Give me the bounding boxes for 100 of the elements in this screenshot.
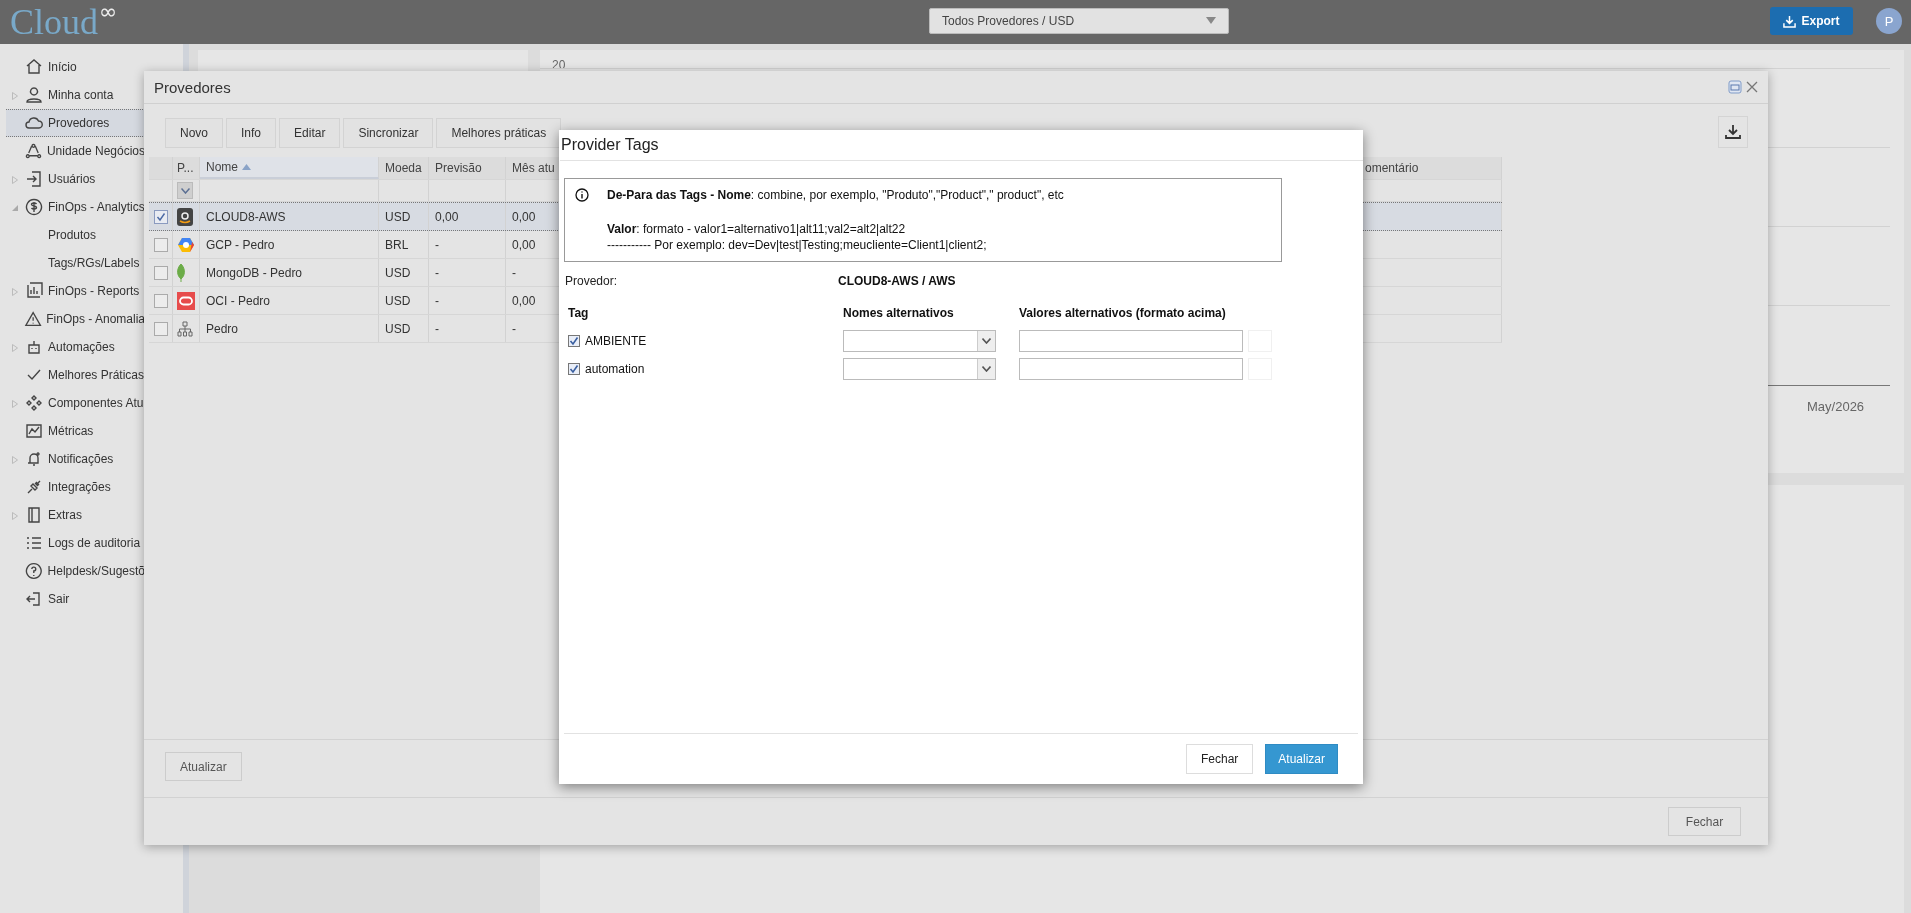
field-label: Provedor: (565, 274, 619, 288)
toolbar-button[interactable]: Novo (165, 118, 223, 148)
close-icon[interactable] (1746, 81, 1758, 93)
row-checkbox[interactable] (154, 265, 168, 280)
hierarchy-icon (177, 320, 193, 337)
sidebar-item[interactable]: Produtos (6, 221, 145, 249)
sidebar-item[interactable]: Notificações (6, 445, 145, 473)
table-cell: - (435, 321, 439, 336)
filter-dropdown[interactable] (177, 182, 193, 199)
menu-item-icon (24, 169, 44, 189)
table-cell: 0,00 (512, 237, 536, 252)
tag-checkbox[interactable]: automation (568, 362, 843, 376)
logo: Cloud$^{∞}$ (10, 2, 118, 42)
row-checkbox[interactable] (154, 237, 168, 252)
oval-logo-icon (177, 291, 195, 310)
toolbar-button[interactable]: Info (226, 118, 277, 148)
table-cell: - (512, 265, 516, 280)
collapsed-arrow-icon[interactable] (11, 92, 19, 100)
collapsed-arrow-icon[interactable] (11, 176, 19, 184)
collapsed-arrow-icon[interactable] (11, 400, 19, 408)
check-icon (156, 211, 166, 222)
table-cell: OCI - Pedro (206, 293, 271, 308)
collapsed-arrow-icon[interactable] (11, 456, 19, 464)
sidebar-item[interactable]: Sair (6, 585, 145, 613)
alternative-names-dropdown[interactable] (843, 358, 996, 380)
row-checkbox[interactable] (154, 321, 168, 336)
info-icon (575, 188, 589, 202)
table-cell: - (435, 237, 439, 252)
close-button[interactable]: Fechar (1185, 744, 1254, 774)
table-cell: 0,00 (512, 293, 536, 308)
sidebar-item[interactable]: Início (6, 53, 145, 81)
menu-item-icon (24, 421, 44, 441)
caret-icon (1206, 17, 1216, 25)
menu-item-icon (24, 393, 44, 413)
sort-ascending-icon (242, 164, 251, 170)
column-header: Tag (568, 306, 590, 320)
sidebar-item[interactable]: Integrações (6, 473, 145, 501)
menu-item-icon (24, 309, 43, 329)
toolbar-button[interactable]: Sincronizar (343, 118, 434, 148)
table-cell: USD (385, 293, 411, 308)
download-icon (1724, 123, 1742, 141)
table-cell: Pedro (206, 321, 239, 336)
collapsed-arrow-icon[interactable] (11, 288, 19, 296)
column-header[interactable]: Nome (200, 157, 379, 179)
row-checkbox[interactable] (154, 293, 168, 308)
sidebar-item[interactable]: Melhores Práticas (6, 361, 145, 389)
menu-item-icon (24, 141, 43, 161)
axis-label: May/2026 (1807, 399, 1865, 414)
collapsed-arrow-icon[interactable] (11, 344, 19, 352)
menu-item-icon (24, 85, 44, 105)
sidebar-item[interactable]: Unidade Negócios (6, 137, 145, 165)
table-cell: - (435, 265, 439, 280)
provider-select[interactable]: Todos Provedores / USD (929, 8, 1229, 34)
toolbar-button[interactable]: Editar (279, 118, 341, 148)
export-button[interactable]: Export (1770, 7, 1853, 35)
table-cell: USD (385, 321, 411, 336)
sidebar-item[interactable]: Logs de auditoria (6, 529, 145, 557)
info-text: De-Para das Tags - Nome: combine, por exemplo, "Produto","Product"," product", etc (607, 187, 1064, 203)
sidebar-item[interactable]: Provedores (6, 109, 145, 137)
table-cell: 0,00 (512, 209, 536, 224)
sidebar-item[interactable]: Tags/RGs/Labels (6, 249, 145, 277)
alternative-values-field[interactable] (1019, 358, 1243, 380)
table-cell: USD (385, 209, 411, 224)
row-checkbox[interactable] (154, 209, 168, 224)
collapsed-arrow-icon[interactable] (11, 512, 19, 520)
download-icon (1783, 14, 1797, 28)
close-button[interactable]: Fechar (1668, 807, 1741, 836)
column-header[interactable]: Moeda (379, 157, 429, 179)
toolbar-button[interactable]: Melhores práticas (436, 118, 562, 148)
sidebar-item[interactable]: Automações (6, 333, 145, 361)
table-cell: 0,00 (435, 209, 459, 224)
table-cell: USD (385, 265, 411, 280)
hexagon-logo-icon (177, 236, 195, 253)
table-cell: - (512, 321, 516, 336)
sidebar-item[interactable]: Componentes Atu (6, 389, 145, 417)
maximize-icon[interactable] (1728, 80, 1742, 94)
menu-item-icon (24, 281, 44, 301)
expanded-arrow-icon[interactable] (11, 204, 19, 212)
alternative-names-dropdown[interactable] (843, 330, 996, 352)
leaf-icon (177, 263, 185, 282)
column-header[interactable]: Previsão (429, 157, 506, 179)
sidebar-item[interactable]: Extras (6, 501, 145, 529)
sidebar-item[interactable]: FinOps - Analytics (6, 193, 145, 221)
refresh-button[interactable]: Atualizar (165, 752, 242, 781)
tag-checkbox[interactable]: AMBIENTE (568, 334, 843, 348)
sidebar-item[interactable]: FinOps - Reports (6, 277, 145, 305)
sidebar-item[interactable]: FinOps - Anomalia (6, 305, 145, 333)
menu-item-icon (24, 197, 44, 217)
sidebar-item[interactable]: Minha conta (6, 81, 145, 109)
table-cell: CLOUD8-AWS (206, 209, 286, 224)
window-title: Provedores (154, 78, 231, 96)
alternative-values-field[interactable] (1019, 330, 1243, 352)
sidebar-item[interactable]: Helpdesk/Sugestõ (6, 557, 145, 585)
check-icon (569, 336, 579, 346)
table-cell: - (435, 293, 439, 308)
provider-name: CLOUD8-AWS / AWS (838, 274, 956, 288)
download-button[interactable] (1718, 116, 1748, 148)
provider-logo-icon (177, 207, 193, 226)
sidebar-item[interactable]: Métricas (6, 417, 145, 445)
sidebar-item[interactable]: Usuários (6, 165, 145, 193)
